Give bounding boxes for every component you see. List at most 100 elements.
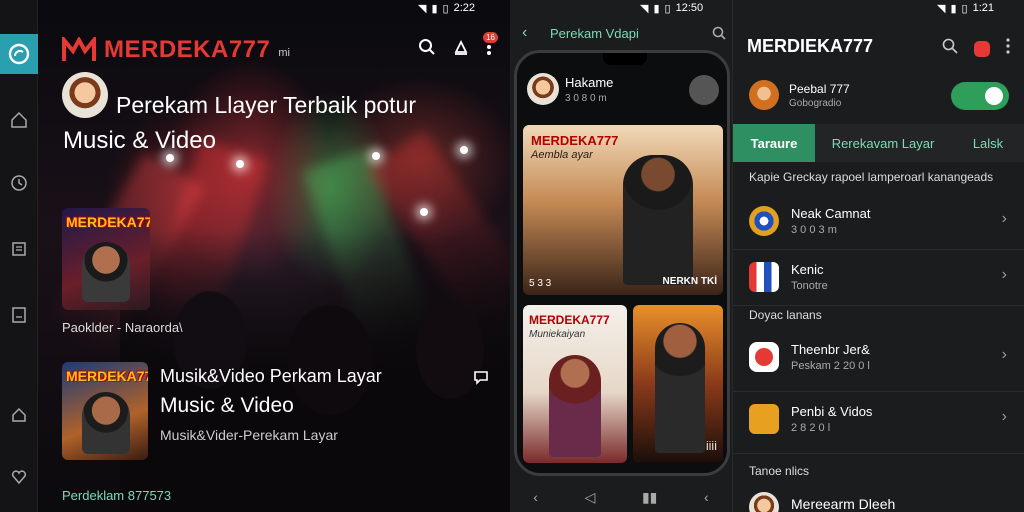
wifi-icon: ◥ bbox=[937, 2, 946, 15]
video-card[interactable]: İİİİ bbox=[633, 305, 723, 463]
poster-title: MERDEKA777 bbox=[66, 368, 148, 384]
page-title: Perekam Llayer Terbaik potur bbox=[116, 92, 416, 118]
wifi-icon: ◥ bbox=[640, 2, 649, 15]
group-avatar[interactable] bbox=[689, 75, 719, 105]
signal-icon: ▮ bbox=[653, 2, 660, 15]
tab-taraure[interactable]: Taraure bbox=[733, 124, 815, 162]
system-nav-bar: ‹ ◁ ▮▮ ‹ bbox=[510, 482, 732, 512]
home-square-icon[interactable]: ▮▮ bbox=[642, 489, 657, 506]
search-icon[interactable] bbox=[712, 26, 726, 45]
phone-frame: Hakame 3 0 8 0 m MERDEKA777 Aembla ayar … bbox=[514, 50, 730, 476]
item-subtitle: Musik&Vider-Perekam Layar bbox=[160, 427, 338, 443]
list-item-sub: Tonotre bbox=[791, 280, 828, 292]
chevron-right-icon: › bbox=[1001, 408, 1007, 425]
video-card[interactable]: MERDEKA777 Muniekaiyan bbox=[523, 305, 627, 463]
house-icon[interactable] bbox=[6, 402, 32, 428]
middle-panel: ◥ ▮ ▯ 12:50 ‹ Perekam Vdapi Hakame 3 0 8… bbox=[510, 0, 732, 512]
back-nav-icon[interactable]: ‹ bbox=[533, 489, 538, 505]
list-item[interactable]: Kenic Tonotre › bbox=[733, 250, 1024, 306]
list-item-title: Kenic bbox=[791, 262, 824, 277]
list-item[interactable]: Penbi & Vidos 2 8 2 0 l › bbox=[733, 392, 1024, 454]
brand-header: MERDEKA777 mi bbox=[62, 36, 290, 64]
section-heading: Kapie Greckay rapoel lamperoarl kanangea… bbox=[749, 170, 994, 184]
artist-photo bbox=[82, 242, 130, 302]
item-title-secondary: Music & Video bbox=[160, 394, 294, 417]
item-title[interactable]: Musik&Video Perkam Layar bbox=[160, 366, 382, 387]
video-card[interactable]: MERDEKA777 Aembla ayar NERKN TKİ 5 3 3 bbox=[523, 125, 723, 295]
card-subtitle: Aembla ayar bbox=[531, 149, 593, 161]
comment-icon[interactable] bbox=[472, 368, 490, 391]
recents-icon[interactable]: ‹ bbox=[704, 489, 709, 505]
triangle-back-icon[interactable]: ◁ bbox=[585, 489, 596, 506]
poster-caption: Paoklder - Naraorda\ bbox=[62, 320, 183, 335]
profile-avatar[interactable] bbox=[749, 80, 779, 110]
list-item-title: Penbi & Vidos bbox=[791, 404, 873, 419]
singer-photo bbox=[549, 355, 601, 457]
profile-name: Hakame bbox=[565, 75, 614, 90]
video-grid-icon bbox=[749, 404, 779, 434]
footer-text: Perdeklam 877573 bbox=[62, 488, 172, 503]
card-tag: 5 3 3 bbox=[529, 278, 552, 289]
status-time: 12:50 bbox=[675, 2, 704, 14]
home-icon[interactable] bbox=[6, 107, 32, 133]
avatar[interactable] bbox=[62, 72, 108, 118]
card-watermark: NERKN TKİ bbox=[662, 276, 717, 287]
screen-title: Perekam Vdapi bbox=[550, 26, 639, 41]
status-bar: ◥ ▮ ▯ 1:21 bbox=[937, 0, 994, 16]
list-item[interactable]: Theenbr Jer& Peskam 2 20 0 l › bbox=[733, 330, 1024, 392]
record-icon[interactable] bbox=[974, 40, 990, 57]
profile-sub: Gobogradio bbox=[789, 98, 842, 109]
list-item[interactable]: Neak Camnat 3 0 0 3 m › bbox=[733, 194, 1024, 250]
poster-card[interactable]: MERDEKA777 bbox=[62, 362, 148, 460]
top-actions: 16 bbox=[418, 32, 498, 61]
tab-lalsk[interactable]: Lalsk bbox=[951, 124, 1024, 162]
document-icon[interactable] bbox=[6, 302, 32, 328]
app-title: MERDIEKA777 bbox=[747, 36, 874, 56]
status-time: 2:22 bbox=[453, 2, 476, 14]
heart-icon[interactable] bbox=[6, 464, 32, 490]
list-item-sub: 3 0 0 3 m bbox=[791, 224, 837, 236]
profile-name: Peebal 777 bbox=[789, 82, 850, 96]
list-avatar bbox=[749, 492, 779, 512]
app-logo-icon[interactable] bbox=[0, 34, 38, 74]
library-icon[interactable] bbox=[6, 236, 32, 262]
list-item-title[interactable]: Mereearm Dleeh bbox=[791, 496, 895, 512]
header-actions bbox=[942, 38, 1010, 59]
tab-perekam-layar[interactable]: Rerekavam Layar bbox=[815, 124, 951, 162]
profile-sub: 3 0 8 0 m bbox=[565, 93, 607, 104]
brand-suffix: mi bbox=[278, 47, 290, 59]
guitarist-photo bbox=[655, 323, 705, 453]
equalizer-icon bbox=[749, 262, 779, 292]
search-icon[interactable] bbox=[942, 38, 958, 59]
recording-toggle[interactable] bbox=[951, 82, 1009, 110]
signal-icon: ▮ bbox=[950, 2, 957, 15]
profile-avatar[interactable] bbox=[527, 73, 559, 105]
list-item-sub: 2 8 2 0 l bbox=[791, 422, 831, 434]
cast-icon[interactable] bbox=[452, 38, 470, 61]
list-item-sub: Peskam 2 20 0 l bbox=[791, 360, 870, 372]
section-heading: Tanoe nlics bbox=[749, 464, 810, 478]
search-icon[interactable] bbox=[418, 38, 436, 61]
status-bar: ◥ ▮ ▯ 2:22 bbox=[418, 0, 475, 16]
history-icon[interactable] bbox=[6, 170, 32, 196]
chevron-right-icon: › bbox=[1001, 210, 1007, 227]
back-arrow-icon[interactable]: ‹ bbox=[522, 24, 527, 42]
guitarist-photo bbox=[623, 155, 693, 285]
disc-icon bbox=[749, 206, 779, 236]
brand-logo-icon bbox=[62, 37, 96, 61]
phone-notch bbox=[603, 53, 647, 65]
status-time: 1:21 bbox=[972, 2, 995, 14]
brand-title: MERDEKA777 bbox=[104, 36, 271, 63]
card-badge: İİİİ bbox=[705, 442, 717, 453]
poster-title: MERDEKA777 bbox=[66, 214, 150, 230]
more-menu-icon[interactable] bbox=[1006, 38, 1010, 59]
artist-photo bbox=[82, 392, 130, 454]
more-menu-icon[interactable]: 16 bbox=[483, 32, 498, 61]
signal-icon: ▮ bbox=[431, 2, 438, 15]
tab-bar: Taraure Rerekavam Layar Lalsk bbox=[733, 124, 1024, 162]
poster-card[interactable]: MERDEKA777 bbox=[62, 208, 150, 310]
card-subtitle: Muniekaiyan bbox=[529, 329, 586, 340]
top-bar: ‹ Perekam Vdapi bbox=[510, 18, 732, 50]
battery-icon: ▯ bbox=[664, 2, 671, 15]
page-title-line2: Music & Video bbox=[63, 127, 216, 154]
